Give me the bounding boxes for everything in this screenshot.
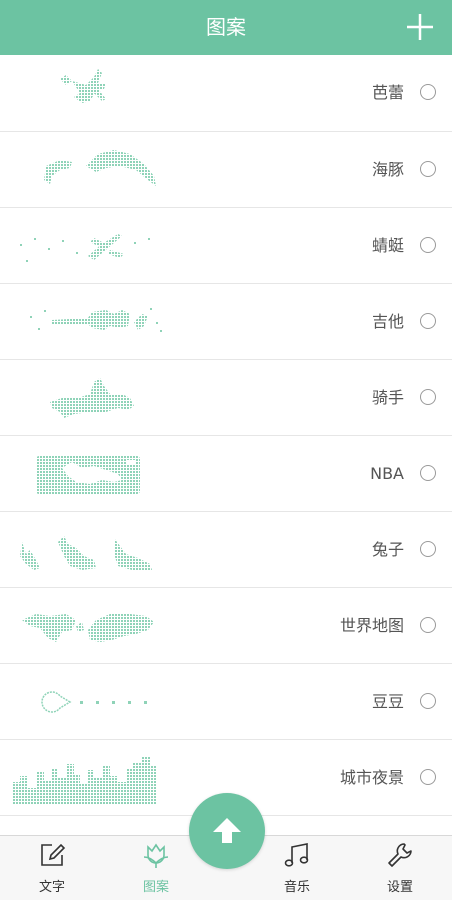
ballet-pattern-thumbnail xyxy=(60,69,106,103)
world-map-pattern-thumbnail xyxy=(22,614,154,642)
pattern-radio[interactable] xyxy=(420,465,436,481)
pattern-radio[interactable] xyxy=(420,769,436,785)
pattern-label: 豆豆 xyxy=(371,692,404,711)
page-title: 图案 xyxy=(206,15,246,39)
tulip-icon xyxy=(143,843,169,868)
dolphin-pattern-thumbnail xyxy=(44,150,156,186)
tab-label: 音乐 xyxy=(283,880,310,895)
dragonfly-pattern-thumbnail xyxy=(20,234,150,262)
pacman-pattern-thumbnail xyxy=(41,691,147,713)
plus-icon xyxy=(407,14,433,40)
tab-music[interactable]: 音乐 xyxy=(252,836,342,900)
pattern-row-guitar[interactable]: 吉他 xyxy=(0,284,452,360)
tab-label: 设置 xyxy=(386,880,413,895)
add-pattern-button[interactable] xyxy=(404,11,436,43)
nba-pattern-thumbnail xyxy=(36,456,140,494)
pattern-label: 芭蕾 xyxy=(371,83,404,102)
app-screen: 图案 芭蕾 海豚 蜻蜓 吉他 骑手 NBA 兔子 世界地图 豆豆 城市夜景 文字… xyxy=(0,0,452,900)
pattern-row-rider[interactable]: 骑手 xyxy=(0,360,452,436)
pattern-label: 兔子 xyxy=(371,540,404,559)
pattern-row-rabbit[interactable]: 兔子 xyxy=(0,512,452,588)
upload-button[interactable] xyxy=(189,793,265,869)
pattern-label: NBA xyxy=(370,464,404,483)
pattern-label: 世界地图 xyxy=(339,616,404,635)
pattern-radio[interactable] xyxy=(420,693,436,709)
rabbit-pattern-thumbnail xyxy=(20,536,152,570)
pattern-row-nba[interactable]: NBA xyxy=(0,436,452,512)
pattern-label: 城市夜景 xyxy=(339,768,404,787)
pattern-radio[interactable] xyxy=(420,541,436,557)
pattern-label: 吉他 xyxy=(371,312,404,331)
tab-pattern[interactable]: 图案 xyxy=(111,836,201,900)
tab-text[interactable]: 文字 xyxy=(7,836,97,900)
pattern-list: 芭蕾 海豚 蜻蜓 吉他 骑手 NBA 兔子 世界地图 豆豆 城市夜景 xyxy=(0,55,452,835)
arrow-up-icon xyxy=(213,818,241,843)
pattern-row-pacman[interactable]: 豆豆 xyxy=(0,664,452,740)
pattern-row-dragonfly[interactable]: 蜻蜓 xyxy=(0,208,452,284)
pattern-radio[interactable] xyxy=(420,389,436,405)
pattern-row-world-map[interactable]: 世界地图 xyxy=(0,588,452,664)
guitar-pattern-thumbnail xyxy=(30,308,162,332)
pattern-label: 蜻蜓 xyxy=(371,236,404,255)
city-night-pattern-thumbnail xyxy=(12,756,156,804)
tab-label: 图案 xyxy=(142,880,169,895)
tab-label: 文字 xyxy=(38,880,65,895)
pattern-radio[interactable] xyxy=(420,313,436,329)
tab-settings[interactable]: 设置 xyxy=(355,836,445,900)
pattern-label: 海豚 xyxy=(371,160,404,179)
edit-icon xyxy=(41,843,66,866)
pattern-row-ballet[interactable]: 芭蕾 xyxy=(0,55,452,132)
pattern-radio[interactable] xyxy=(420,84,436,100)
pattern-label: 骑手 xyxy=(371,388,404,407)
pattern-radio[interactable] xyxy=(420,161,436,177)
header-bar: 图案 xyxy=(0,0,452,55)
rider-pattern-thumbnail xyxy=(50,378,134,418)
wrench-icon xyxy=(388,843,412,867)
music-note-icon xyxy=(284,843,309,867)
pattern-row-dolphin[interactable]: 海豚 xyxy=(0,132,452,208)
pattern-radio[interactable] xyxy=(420,617,436,633)
pattern-radio[interactable] xyxy=(420,237,436,253)
